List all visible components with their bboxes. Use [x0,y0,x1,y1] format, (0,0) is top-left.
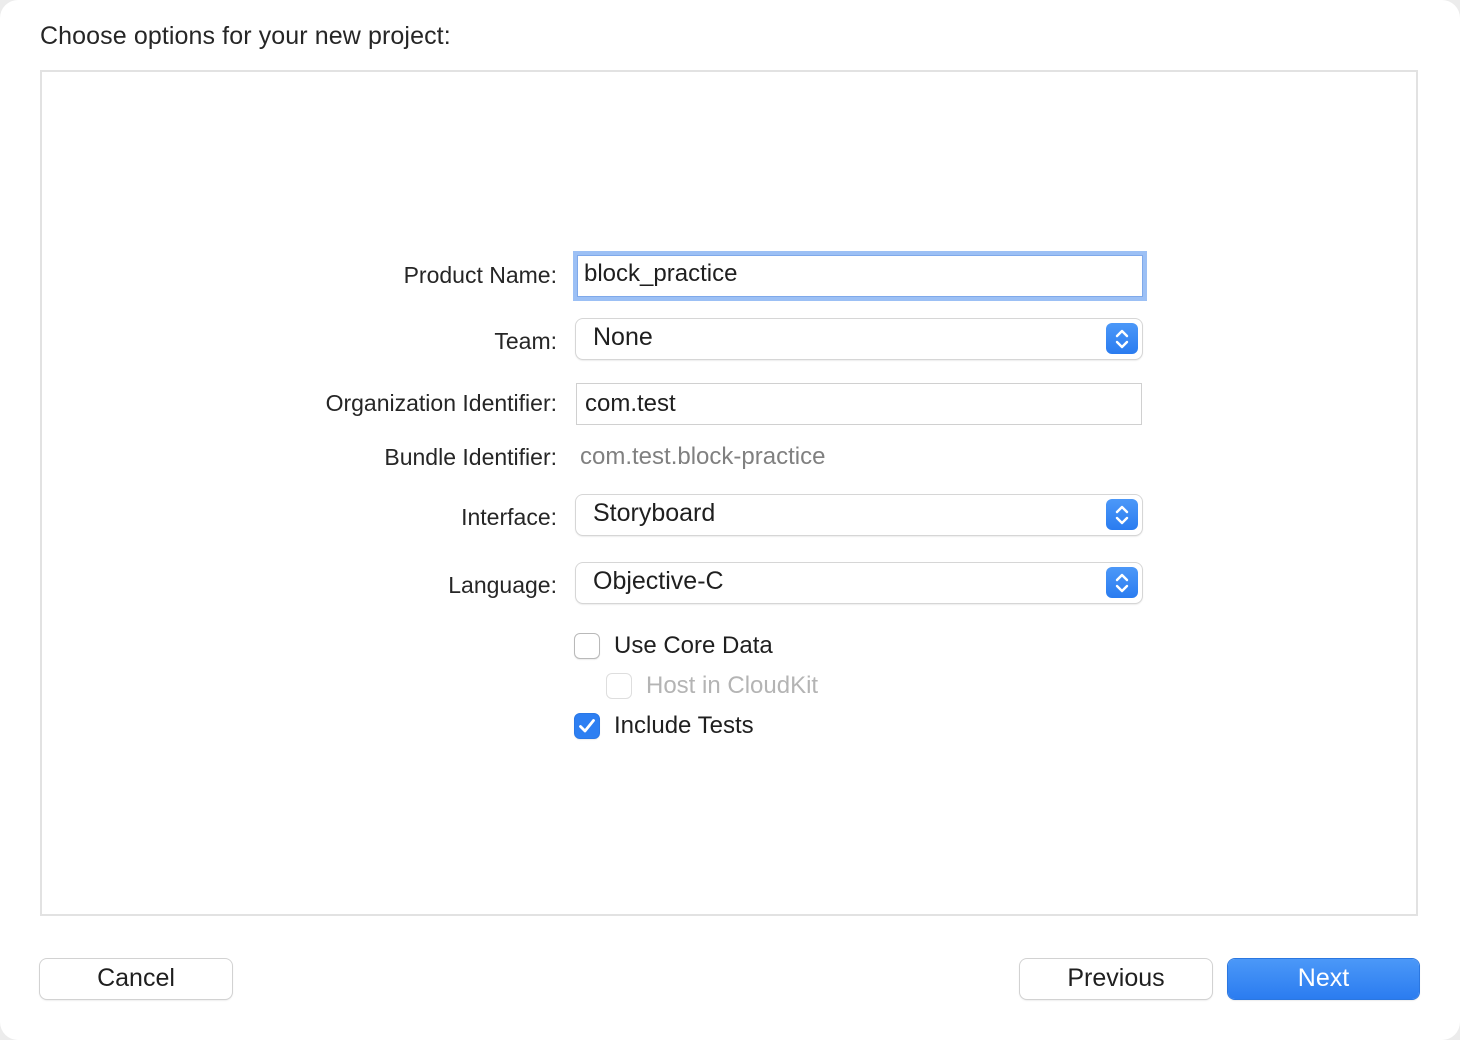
up-down-chevron-icon [1106,567,1138,598]
team-label: Team: [494,328,557,354]
include-tests-option[interactable]: Include Tests [574,712,754,740]
language-popup-value: Objective-C [593,567,724,595]
host-in-cloudkit-checkbox [606,673,632,699]
use-core-data-checkbox[interactable] [574,633,600,659]
interface-popup[interactable]: Storyboard [576,495,1142,535]
bundle-identifier-label: Bundle Identifier: [384,444,557,470]
include-tests-label: Include Tests [614,712,754,739]
use-core-data-option[interactable]: Use Core Data [574,632,773,660]
next-button[interactable]: Next [1228,959,1419,999]
host-in-cloudkit-option: Host in CloudKit [606,672,818,700]
checkmark-icon [579,719,595,733]
up-down-chevron-icon [1106,323,1138,354]
previous-button[interactable]: Previous [1020,959,1212,999]
team-popup[interactable]: None [576,319,1142,359]
host-in-cloudkit-label: Host in CloudKit [646,672,819,699]
organization-identifier-field[interactable]: com.test [576,383,1142,425]
cancel-button[interactable]: Cancel [40,959,232,999]
team-popup-value: None [593,323,653,351]
product-name-field[interactable]: block_practice [573,251,1147,301]
new-project-options-sheet: Choose options for your new project: Pro… [0,0,1460,1040]
bundle-identifier-value: com.test.block-practice [580,443,826,470]
language-popup[interactable]: Objective-C [576,563,1142,603]
include-tests-checkbox[interactable] [574,713,600,739]
organization-identifier-label: Organization Identifier: [325,390,557,416]
interface-popup-value: Storyboard [593,499,716,527]
product-name-label: Product Name: [403,262,557,288]
interface-label: Interface: [461,504,557,530]
options-panel [40,70,1418,916]
language-label: Language: [448,572,557,598]
use-core-data-label: Use Core Data [614,632,773,659]
dialog-title: Choose options for your new project: [40,22,451,50]
up-down-chevron-icon [1106,499,1138,530]
